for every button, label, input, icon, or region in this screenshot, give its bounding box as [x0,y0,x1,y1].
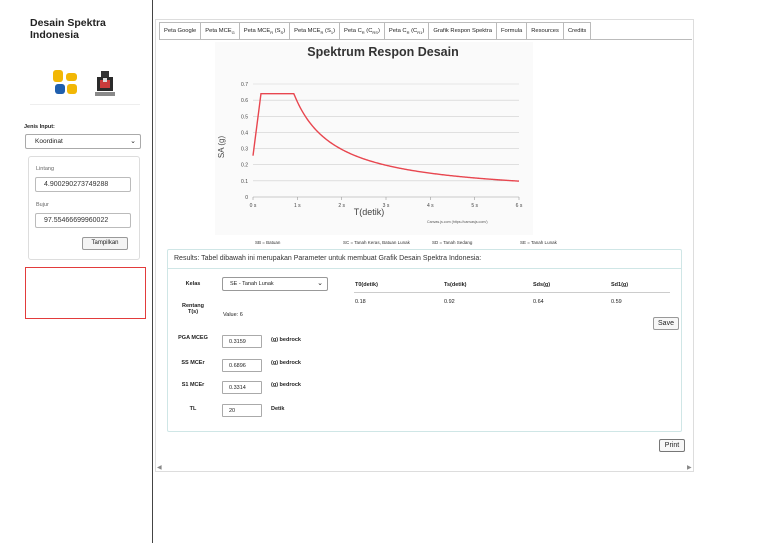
chart-credit: Canvas.js.com (https://canvasjs.com/) [427,220,488,224]
table-header-t0: T0(detik) [355,282,378,288]
tab-peta-mceg[interactable]: Peta MCEG [201,22,240,40]
legend-sd: SD = Tanah Sedang [432,240,473,245]
kelas-select[interactable]: SE - Tanah Lunak ⌄ [222,277,328,291]
scroll-right-icon[interactable]: ▶ [687,464,692,471]
x-tick-label: 2 s [338,203,345,209]
results-panel: Results: Tabel dibawah ini merupakan Par… [167,249,682,432]
content-frame: Peta Google Peta MCEG Peta MCER (SS) Pet… [155,19,694,472]
sidebar-divider [30,104,140,105]
tab-underline [159,39,692,40]
pga-unit: (g) bedrock [271,337,301,343]
chevron-down-icon: ⌄ [317,280,323,287]
y-axis-label: SA (g) [217,136,226,159]
rentang-label: Rentang T(s) [182,303,204,315]
y-tick-label: 0.6 [241,98,248,104]
tab-peta-mcer-ss[interactable]: Peta MCER (SS) [239,22,291,40]
x-tick-label: 4 s [427,203,434,209]
y-tick-label: 0.3 [241,147,248,153]
s1-label: S1 MCEr [181,382,205,388]
jenis-input-value: Koordinat [35,138,63,145]
x-tick-label: 5 s [471,203,478,209]
ss-label: SS MCEr [181,360,205,366]
y-tick-label: 0.5 [241,114,248,120]
x-axis-label: T(detik) [354,207,385,217]
sidebar-border [152,0,153,543]
tl-input[interactable]: 20 [222,404,262,417]
tampilkan-button[interactable]: Tampilkan [82,237,128,250]
pupr-logo-icon [52,69,78,95]
y-tick-labels: 0 0.1 0.2 0.3 0.4 0.5 0.6 0.7 [241,82,248,201]
jenis-input-label: Jenis Input: [24,124,55,130]
chart-grid [252,83,520,200]
rentang-value: Value: 6 [223,312,243,318]
tab-peta-cr-cr1[interactable]: Peta CR (CR1) [384,22,430,40]
x-tick-label: 0 s [250,203,257,209]
tl-label: TL [189,406,197,412]
y-tick-label: 0.7 [241,82,248,88]
tab-peta-cr-crs[interactable]: Peta CR (CRS) [340,22,385,40]
sidebar: Desain Spektra Indonesia Jenis Input: Ko… [0,0,153,543]
ss-unit: (g) bedrock [271,360,301,366]
s1-input[interactable]: 0.3314 [222,381,262,394]
legend-se: SE = Tanah Lunak [520,240,557,245]
tab-peta-mcer-s1[interactable]: Peta MCER (S1) [290,22,341,40]
table-header-sd1: Sd1(g) [611,282,629,288]
tab-grafik-respon-spektra[interactable]: Grafik Respon Spektra [429,22,497,40]
ss-input[interactable]: 0.6896 [222,359,262,372]
tab-bar: Peta Google Peta MCEG Peta MCER (SS) Pet… [159,22,592,40]
spectrum-series-line [252,92,520,182]
tab-resources[interactable]: Resources [527,22,564,40]
jenis-input-select[interactable]: Koordinat ⌄ [25,134,141,149]
table-cell-sd1: 0.59 [611,299,622,305]
print-button[interactable]: Print [659,439,685,452]
tl-unit: Detik [271,406,285,412]
table-cell-ts: 0.92 [444,299,455,305]
kelas-label: Kelas [185,281,201,287]
app-title: Desain Spektra Indonesia [30,17,106,41]
x-tick-labels: 0 s1 s2 s3 s4 s5 s6 s [250,203,523,209]
pga-input[interactable]: 0.3159 [222,335,262,348]
table-header-sds: Sds(g) [533,282,551,288]
lintang-input[interactable]: 4.900290273749288 [35,177,131,192]
lintang-label: Lintang [36,166,55,172]
kelas-value: SE - Tanah Lunak [230,281,274,287]
bujur-input[interactable]: 97.55466699960022 [35,213,131,228]
legend-sb: SB = Batuan [255,240,281,245]
legend-sc: SC = Tanah Keras, Batuan Lunak [343,240,410,245]
institution-logo-icon [95,71,115,97]
pga-label: PGA MCEG [178,335,208,341]
x-tick-label: 1 s [294,203,301,209]
spectrum-chart-svg: Spektrum Respon Desain 00.10.20.30.40.50… [217,45,523,224]
save-button[interactable]: Save [653,317,679,330]
tab-peta-google[interactable]: Peta Google [159,22,202,40]
y-tick-label: 0.1 [241,179,248,185]
table-header-ts: Ts(detik) [444,282,467,288]
coordinate-panel: Lintang 4.900290273749288 Bujur 97.55466… [28,156,140,260]
table-cell-sds: 0.64 [533,299,544,305]
s1-unit: (g) bedrock [271,382,301,388]
chevron-down-icon: ⌄ [130,138,136,145]
chart-title: Spektrum Respon Desain [307,45,458,59]
y-tick-label: 0.4 [241,130,248,136]
bujur-label: Bujur [36,202,49,208]
tab-credits[interactable]: Credits [563,22,592,40]
tab-formula[interactable]: Formula [496,22,528,40]
table-cell-t0: 0.18 [355,299,366,305]
y-tick-label: 0 [245,195,248,201]
results-header: Results: Tabel dibawah ini merupakan Par… [168,250,681,269]
x-tick-label: 6 s [516,203,523,209]
y-tick-label: 0.2 [241,163,248,169]
table-header-divider [354,292,670,293]
scroll-left-icon[interactable]: ◀ [157,464,162,471]
spectrum-chart: Spektrum Respon Desain 0 0.1 0.2 0.3 0.4 0.5 0… [215,42,533,235]
map-placeholder-box [25,267,146,319]
